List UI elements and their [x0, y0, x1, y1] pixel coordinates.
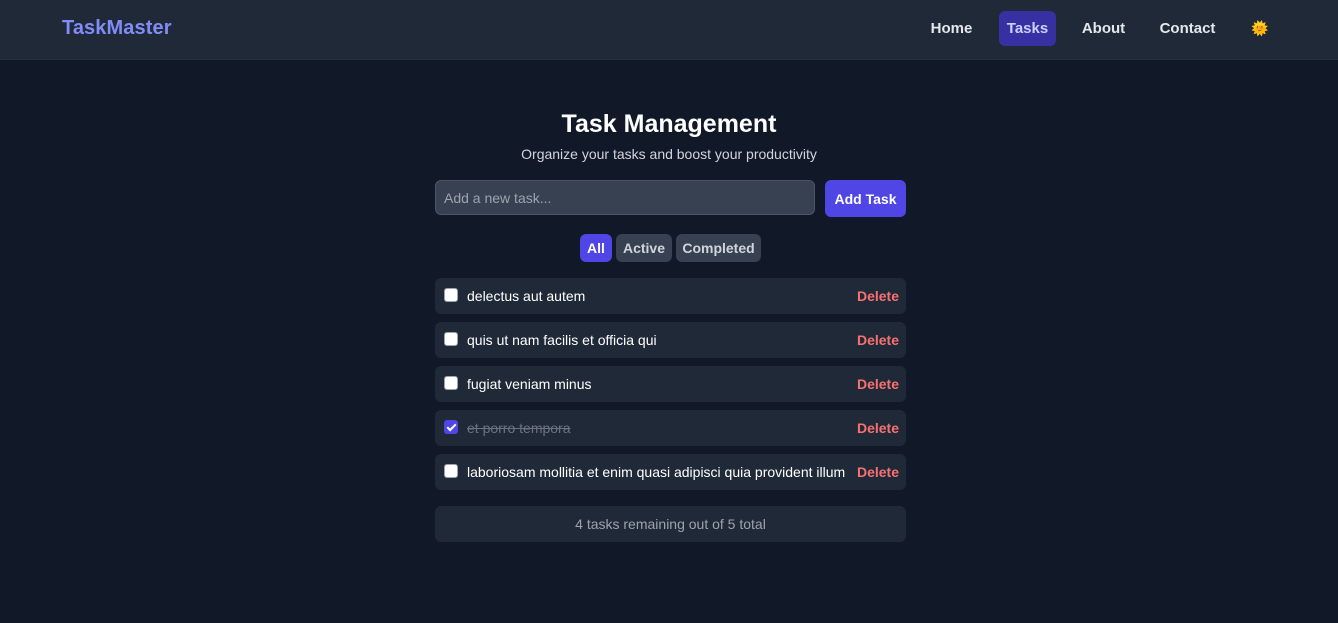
task-text: fugiat veniam minus: [467, 376, 592, 392]
page-subtitle: Organize your tasks and boost your produ…: [521, 146, 817, 162]
new-task-input[interactable]: [435, 180, 815, 215]
task-text: et porro tempora: [467, 420, 571, 436]
nav-tasks[interactable]: Tasks: [999, 11, 1056, 46]
add-task-button[interactable]: Add Task: [825, 180, 906, 217]
delete-button[interactable]: Delete: [857, 454, 899, 490]
filter-active[interactable]: Active: [616, 234, 672, 262]
delete-button[interactable]: Delete: [857, 410, 899, 446]
navbar: TaskMaster Home Tasks About Contact 🌞: [0, 0, 1338, 60]
nav-home[interactable]: Home: [920, 11, 983, 46]
filter-all[interactable]: All: [580, 234, 612, 262]
task-item: delectus aut autem Delete: [435, 278, 906, 314]
task-checkbox-checked[interactable]: [444, 420, 458, 434]
nav-contact[interactable]: Contact: [1151, 11, 1224, 46]
sun-icon[interactable]: 🌞: [1248, 11, 1272, 46]
task-text: delectus aut autem: [467, 288, 586, 304]
task-checkbox[interactable]: [444, 332, 458, 346]
task-checkbox[interactable]: [444, 288, 458, 302]
task-text: quis ut nam facilis et officia qui: [467, 332, 657, 348]
task-item: fugiat veniam minus Delete: [435, 366, 906, 402]
task-item: laboriosam mollitia et enim quasi adipis…: [435, 454, 906, 490]
task-item-completed: et porro tempora Delete: [435, 410, 906, 446]
page-title: Task Management: [561, 110, 777, 138]
filter-completed[interactable]: Completed: [676, 234, 761, 262]
delete-button[interactable]: Delete: [857, 322, 899, 358]
task-text: laboriosam mollitia et enim quasi adipis…: [467, 464, 846, 480]
task-checkbox[interactable]: [444, 376, 458, 390]
nav-links: Home Tasks About Contact: [0, 11, 1338, 46]
task-item: quis ut nam facilis et officia qui Delet…: [435, 322, 906, 358]
nav-about[interactable]: About: [1072, 11, 1135, 46]
task-summary: 4 tasks remaining out of 5 total: [435, 506, 906, 542]
delete-button[interactable]: Delete: [857, 366, 899, 402]
task-checkbox[interactable]: [444, 464, 458, 478]
delete-button[interactable]: Delete: [857, 278, 899, 314]
